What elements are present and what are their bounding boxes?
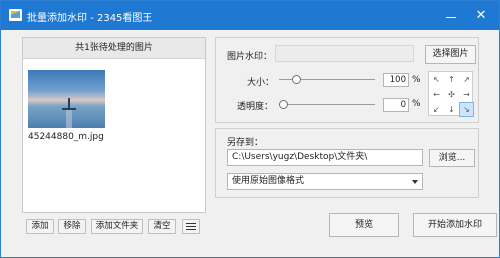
remove-button[interactable]: 移除 [58, 219, 86, 234]
position-bottom-center[interactable]: ↓ [444, 102, 459, 117]
opacity-unit: % [412, 99, 421, 109]
save-to-label: 另存到： [227, 138, 264, 148]
position-center[interactable]: ✣ [444, 87, 459, 102]
close-icon[interactable]: ✕ [467, 1, 495, 30]
image-thumbnail[interactable] [28, 70, 105, 128]
position-top-left[interactable]: ↖ [429, 72, 444, 87]
browse-button[interactable]: 浏览... [429, 149, 475, 167]
minimize-icon[interactable] [437, 1, 465, 30]
batch-watermark-window: 批量添加水印 - 2345看图王 ✕ 共1张待处理的图片 45244880_m.… [0, 0, 500, 258]
add-folder-button[interactable]: 添加文件夹 [91, 219, 143, 234]
image-count-header: 共1张待处理的图片 [23, 38, 205, 59]
image-file-name: 45244880_m.jpg [28, 132, 104, 142]
start-watermark-button[interactable]: 开始添加水印 [413, 213, 497, 237]
app-icon [9, 9, 22, 21]
size-label: 大小： [247, 78, 275, 88]
format-select[interactable]: 使用原始图像格式 [227, 173, 423, 190]
format-select-value: 使用原始图像格式 [232, 176, 305, 186]
position-middle-left[interactable]: ← [429, 87, 444, 102]
position-top-right[interactable]: ↗ [459, 72, 474, 87]
opacity-label: 透明度： [237, 102, 274, 112]
choose-image-button[interactable]: 选择图片 [425, 45, 476, 64]
opacity-input[interactable]: 0 [383, 98, 409, 112]
size-slider-handle[interactable] [292, 75, 302, 84]
position-middle-right[interactable]: → [459, 87, 474, 102]
opacity-slider-track[interactable] [279, 104, 375, 105]
clear-button[interactable]: 清空 [148, 219, 176, 234]
watermark-image-field[interactable] [275, 45, 414, 62]
opacity-slider-handle[interactable] [279, 100, 288, 109]
size-input[interactable]: 100 [383, 73, 409, 87]
add-button[interactable]: 添加 [26, 219, 54, 234]
preview-button[interactable]: 预览 [329, 213, 399, 237]
window-title: 批量添加水印 - 2345看图王 [27, 13, 153, 24]
chevron-down-icon [412, 180, 418, 184]
position-top-center[interactable]: ↑ [444, 72, 459, 87]
position-bottom-right[interactable]: ↘ [459, 102, 474, 117]
save-path-input[interactable]: C:\Users\yugz\Desktop\文件夹\ [227, 149, 423, 166]
size-unit: % [412, 75, 421, 85]
image-list-panel: 共1张待处理的图片 [22, 37, 206, 213]
position-grid: ↖ ↑ ↗ ← ✣ → ↙ ↓ ↘ [428, 71, 474, 117]
position-bottom-left[interactable]: ↙ [429, 102, 444, 117]
watermark-image-label: 图片水印： [227, 52, 273, 62]
list-icon[interactable] [182, 219, 200, 234]
title-bar[interactable]: 批量添加水印 - 2345看图王 ✕ [1, 1, 499, 30]
